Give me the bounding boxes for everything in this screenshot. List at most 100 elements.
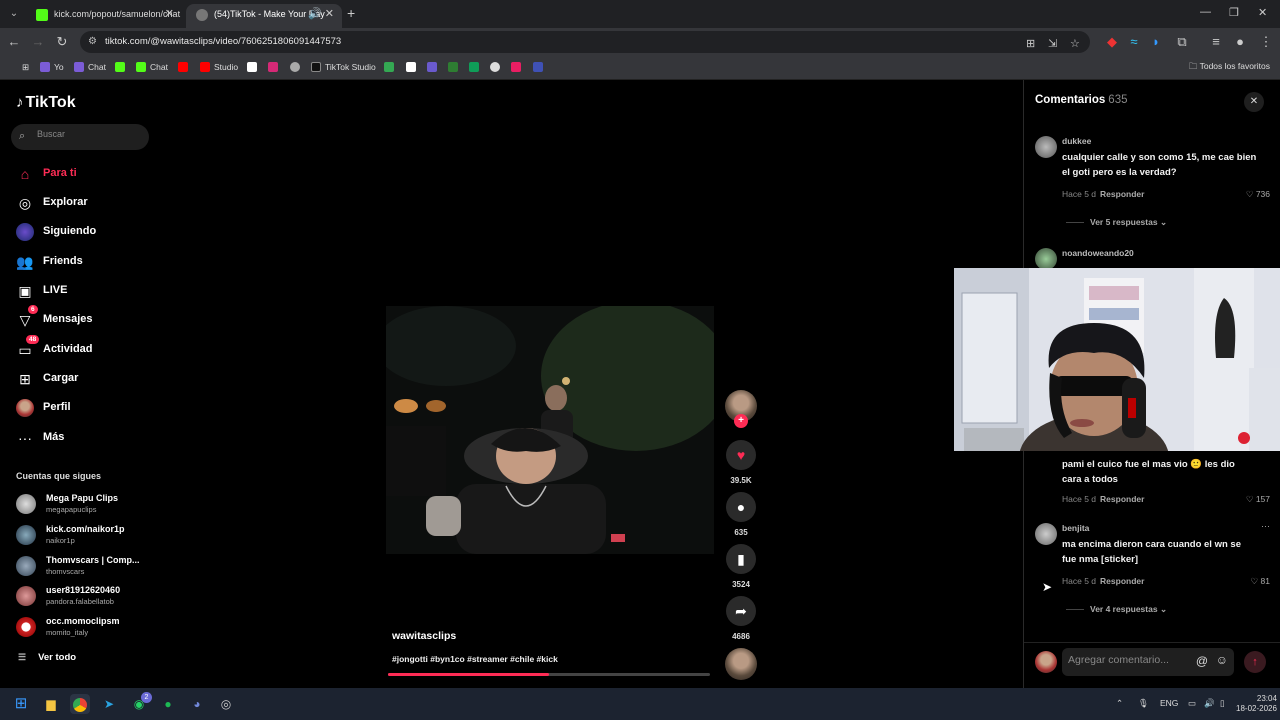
- obs-icon[interactable]: ◎: [216, 694, 236, 714]
- comment-username[interactable]: benjita: [1062, 523, 1089, 533]
- share-button[interactable]: ➦: [726, 596, 756, 626]
- tiktok-favicon-icon: [196, 9, 208, 21]
- nav-explore[interactable]: ◎ Explorar: [16, 193, 156, 215]
- reply-button[interactable]: Responder: [1100, 576, 1144, 586]
- address-bar[interactable]: ⚙ tiktok.com/@wawitasclips/video/7606251…: [80, 31, 1090, 53]
- avatar[interactable]: [1035, 248, 1057, 270]
- minimize-icon[interactable]: —: [1200, 6, 1211, 18]
- nav-live[interactable]: ▣ LIVE: [16, 281, 156, 303]
- browser-menu-icon[interactable]: ⋮: [1258, 34, 1274, 50]
- file-explorer-icon[interactable]: ▆: [41, 694, 61, 714]
- followed-account[interactable]: Thomvscars | Comp... thomvscars: [16, 554, 156, 580]
- nav-profile[interactable]: Perfil: [16, 398, 156, 420]
- video-player[interactable]: [386, 306, 714, 554]
- mention-icon[interactable]: @: [1196, 654, 1208, 668]
- back-icon[interactable]: ←: [6, 34, 22, 49]
- comment-username[interactable]: noandoweando20: [1062, 248, 1134, 258]
- avatar[interactable]: [1035, 523, 1057, 545]
- extensions-puzzle-icon[interactable]: ⧉: [1174, 34, 1190, 50]
- video-creator-name[interactable]: wawitasclips: [392, 630, 456, 642]
- tray-chevron-icon[interactable]: ⌃: [1116, 698, 1123, 709]
- comment-count: 635: [734, 528, 748, 537]
- all-bookmarks-folder[interactable]: 🗀 Todos los favoritos: [1189, 61, 1270, 75]
- browser-tab-tiktok[interactable]: (54)TikTok - Make Your Day 🔊 ✕: [186, 4, 342, 28]
- nav-activity[interactable]: ▭ 48 Actividad: [16, 335, 156, 362]
- comment-input-box[interactable]: @ ☺: [1062, 648, 1234, 676]
- send-comment-button[interactable]: ↑: [1244, 651, 1266, 673]
- close-tab-icon[interactable]: 🔊 ✕: [308, 4, 334, 24]
- see-all-button[interactable]: ☰ Ver todo: [18, 652, 76, 663]
- followed-account[interactable]: kick.com/naikor1p naikor1p: [16, 523, 156, 549]
- followed-account[interactable]: occ.momoclipsm momito_italy: [16, 615, 156, 641]
- save-button[interactable]: ▮: [726, 544, 756, 574]
- search-box[interactable]: ⌕: [11, 124, 149, 150]
- comment-like-button[interactable]: ♡ 157: [1246, 494, 1270, 505]
- discord-icon[interactable]: ◕: [187, 694, 207, 714]
- language-indicator[interactable]: ENG: [1160, 698, 1178, 708]
- chrome-icon[interactable]: [70, 694, 90, 714]
- close-window-icon[interactable]: ✕: [1258, 6, 1267, 19]
- bookmark-item[interactable]: Chat: [74, 61, 106, 73]
- search-input[interactable]: [37, 129, 137, 139]
- activity-badge: 48: [26, 335, 40, 344]
- nav-upload[interactable]: ⊞ Cargar: [16, 369, 156, 391]
- nav-for-you[interactable]: ⌂ Para ti: [16, 164, 156, 186]
- nav-following[interactable]: Siguiendo: [16, 222, 156, 244]
- install-icon[interactable]: ⇲: [1048, 37, 1057, 50]
- profile-avatar-icon[interactable]: ●: [1232, 34, 1248, 49]
- music-disc-avatar[interactable]: [725, 648, 757, 680]
- followed-account[interactable]: user81912620460 pandora.falabellatob: [16, 584, 156, 610]
- forward-icon[interactable]: →: [30, 34, 46, 49]
- windows-start-icon[interactable]: ⊞: [11, 694, 31, 714]
- apps-grid-icon[interactable]: ⊞: [8, 61, 29, 73]
- close-tab-icon[interactable]: ✕: [165, 4, 174, 24]
- extension-icon[interactable]: ≈: [1126, 34, 1142, 49]
- followed-account[interactable]: Mega Papu Clips megapapuclips: [16, 492, 156, 518]
- battery-icon[interactable]: ▯: [1220, 698, 1225, 709]
- extension-icon[interactable]: ◆: [1104, 34, 1120, 50]
- tiktok-logo[interactable]: ♪ TikTok: [16, 94, 76, 112]
- like-button[interactable]: ♥: [726, 440, 756, 470]
- taskbar-clock[interactable]: 23:04 18-02-2026: [1236, 694, 1277, 714]
- comment-like-button[interactable]: ♡ 81: [1251, 576, 1270, 587]
- bookmark-item[interactable]: Studio: [200, 61, 238, 73]
- follow-plus-button[interactable]: +: [734, 414, 748, 428]
- reading-list-icon[interactable]: ≡: [1208, 34, 1224, 49]
- bookmark-item[interactable]: Yo: [40, 61, 64, 73]
- avatar[interactable]: [1035, 136, 1057, 158]
- video-hashtags[interactable]: #jongotti #byn1co #streamer #chile #kick: [392, 654, 558, 664]
- nav-more[interactable]: ··· Más: [16, 428, 156, 450]
- video-progress-bar[interactable]: [388, 673, 710, 676]
- microphone-icon[interactable]: 🎙: [1138, 698, 1149, 709]
- comment-username[interactable]: dukkee: [1062, 136, 1091, 146]
- view-replies-button[interactable]: Ver 5 respuestas ⌄: [1066, 217, 1167, 228]
- comment-like-button[interactable]: ♡ 736: [1246, 189, 1270, 200]
- close-comments-button[interactable]: ✕: [1244, 92, 1264, 112]
- view-replies-button[interactable]: Ver 4 respuestas ⌄: [1066, 604, 1167, 615]
- bookmark-item[interactable]: Chat: [136, 61, 168, 73]
- site-info-icon[interactable]: ⚙: [88, 36, 97, 47]
- emoji-icon[interactable]: ☺: [1216, 653, 1228, 667]
- restore-icon[interactable]: ❐: [1229, 6, 1239, 19]
- reload-icon[interactable]: ↻: [54, 34, 70, 50]
- network-icon[interactable]: ▭: [1188, 698, 1196, 709]
- new-tab-button[interactable]: +: [347, 5, 355, 21]
- nav-friends[interactable]: 👥 Friends: [16, 252, 156, 274]
- reply-button[interactable]: Responder: [1100, 494, 1144, 504]
- translate-icon[interactable]: ⊞: [1026, 37, 1035, 50]
- nav-messages[interactable]: ▽ 6 Mensajes: [16, 305, 156, 332]
- comment-more-icon[interactable]: ···: [1261, 521, 1270, 531]
- browser-tab-kick[interactable]: kick.com/popout/samuelon/chat ✕: [26, 4, 182, 28]
- close-icon: ✕: [1249, 96, 1259, 107]
- bookmark-star-icon[interactable]: ☆: [1070, 37, 1080, 50]
- telegram-icon[interactable]: ➤: [99, 694, 119, 714]
- extension-icon[interactable]: ◗: [1148, 34, 1164, 49]
- spotify-icon[interactable]: ●: [158, 694, 178, 714]
- comment-input[interactable]: [1068, 654, 1188, 666]
- reply-button[interactable]: Responder: [1100, 189, 1144, 199]
- comment-button[interactable]: ●: [726, 492, 756, 522]
- volume-icon[interactable]: 🔊: [1204, 698, 1215, 709]
- tab-search-icon[interactable]: ⌄: [6, 6, 22, 22]
- following-accounts-title: Cuentas que sigues: [16, 471, 102, 481]
- bookmark-item[interactable]: TikTok Studio: [311, 61, 376, 73]
